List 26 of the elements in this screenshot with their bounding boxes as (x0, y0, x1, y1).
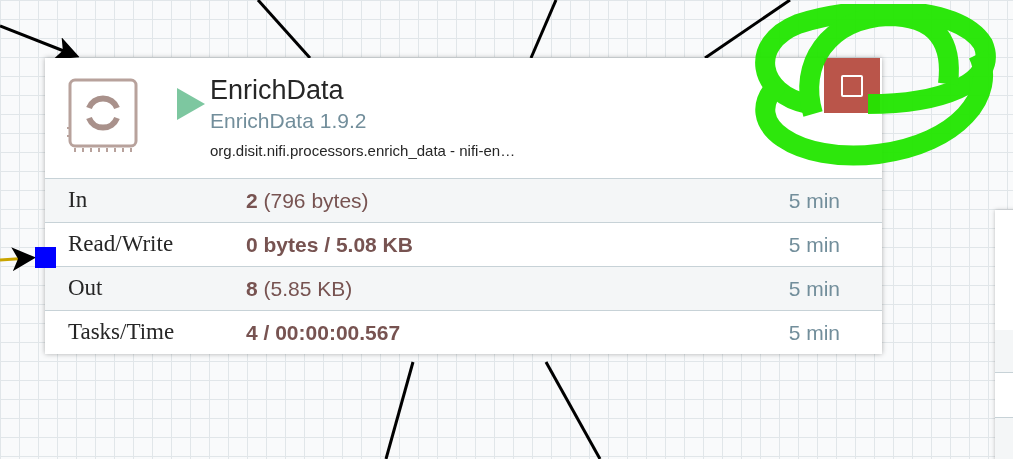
processor-icon (67, 78, 139, 152)
processor-name: EnrichData (210, 74, 345, 107)
stat-value: 0 bytes / 5.08 KB (246, 231, 413, 258)
stat-value: 4 / 00:00:00.567 (246, 319, 401, 346)
stat-window: 5 min (788, 272, 840, 305)
connection-handle[interactable] (35, 247, 56, 268)
stat-value: 8 (5.85 KB) (246, 275, 353, 302)
connection-line[interactable] (544, 361, 602, 459)
processor-bundle: org.disit.nifi.processors.enrich_data - nifi-en… (210, 141, 516, 161)
connection-line[interactable] (704, 0, 791, 60)
connection-arrow[interactable] (0, 24, 80, 60)
stat-label: Tasks/Time (68, 318, 176, 347)
connection-line[interactable] (256, 0, 312, 59)
bulletin-icon[interactable] (824, 58, 880, 113)
processor-version: EnrichData 1.9.2 (210, 108, 368, 134)
stat-window: 5 min (788, 316, 840, 349)
stat-window: 5 min (788, 184, 840, 217)
connection-line[interactable] (529, 0, 558, 59)
stat-window: 5 min (788, 228, 840, 261)
stat-label: Out (68, 274, 104, 303)
stat-label: In (68, 186, 89, 215)
stat-value: 2 (796 bytes) (246, 187, 369, 214)
connection-line[interactable] (384, 361, 415, 459)
stat-label: Read/Write (68, 230, 175, 259)
processor-card[interactable]: EnrichData EnrichData 1.9.2 org.disit.nifi.processors.enrich_data - nifi-en… In 2 (796 bytes) 5 min Read/Write 0 bytes / 5.08 KB 5 min Out 8 (5.85 KB) 5 min Tasks/Time 4 / 00:00:00.567 5 min (45, 58, 882, 354)
connection-arrow[interactable] (0, 247, 36, 272)
